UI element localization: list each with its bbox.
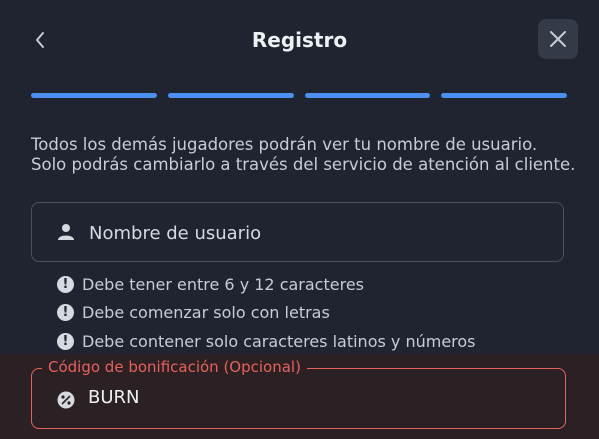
exclamation-icon: ! — [57, 332, 74, 350]
description-line: Todos los demás jugadores podrán ver tu … — [31, 135, 538, 154]
rule-item: ! Debe tener entre 6 y 12 caracteres — [57, 270, 476, 299]
user-icon — [58, 224, 74, 240]
rule-item: ! Debe contener solo caracteres latinos … — [57, 327, 476, 356]
close-button[interactable] — [538, 19, 578, 59]
bonus-code-field[interactable]: Código de bonificación (Opcional) BURN — [31, 358, 566, 429]
exclamation-icon: ! — [57, 304, 74, 322]
page-title: Registro — [251, 28, 348, 52]
rule-text: Debe tener entre 6 y 12 caracteres — [82, 274, 364, 294]
header: Registro — [0, 0, 599, 80]
progress-step — [31, 93, 157, 98]
close-icon — [550, 31, 566, 47]
percent-icon — [57, 391, 75, 409]
bonus-code-label: Código de bonificación (Opcional) — [42, 358, 307, 376]
progress-step — [441, 93, 567, 98]
username-field[interactable]: Nombre de usuario — [31, 202, 564, 262]
exclamation-icon: ! — [57, 275, 74, 293]
progress-step — [167, 93, 294, 98]
description-line: Solo podrás cambiarlo a través del servi… — [31, 155, 576, 174]
bonus-code-value: BURN — [88, 387, 140, 408]
description: Todos los demás jugadores podrán ver tu … — [31, 135, 576, 175]
step-progress — [31, 93, 567, 98]
rule-item: ! Debe comenzar solo con letras — [57, 299, 476, 328]
username-placeholder: Nombre de usuario — [89, 223, 262, 244]
rule-text: Debe contener solo caracteres latinos y … — [82, 331, 476, 351]
rule-text: Debe comenzar solo con letras — [82, 303, 330, 323]
username-rules: ! Debe tener entre 6 y 12 caracteres ! D… — [57, 270, 476, 356]
progress-step — [304, 93, 431, 98]
